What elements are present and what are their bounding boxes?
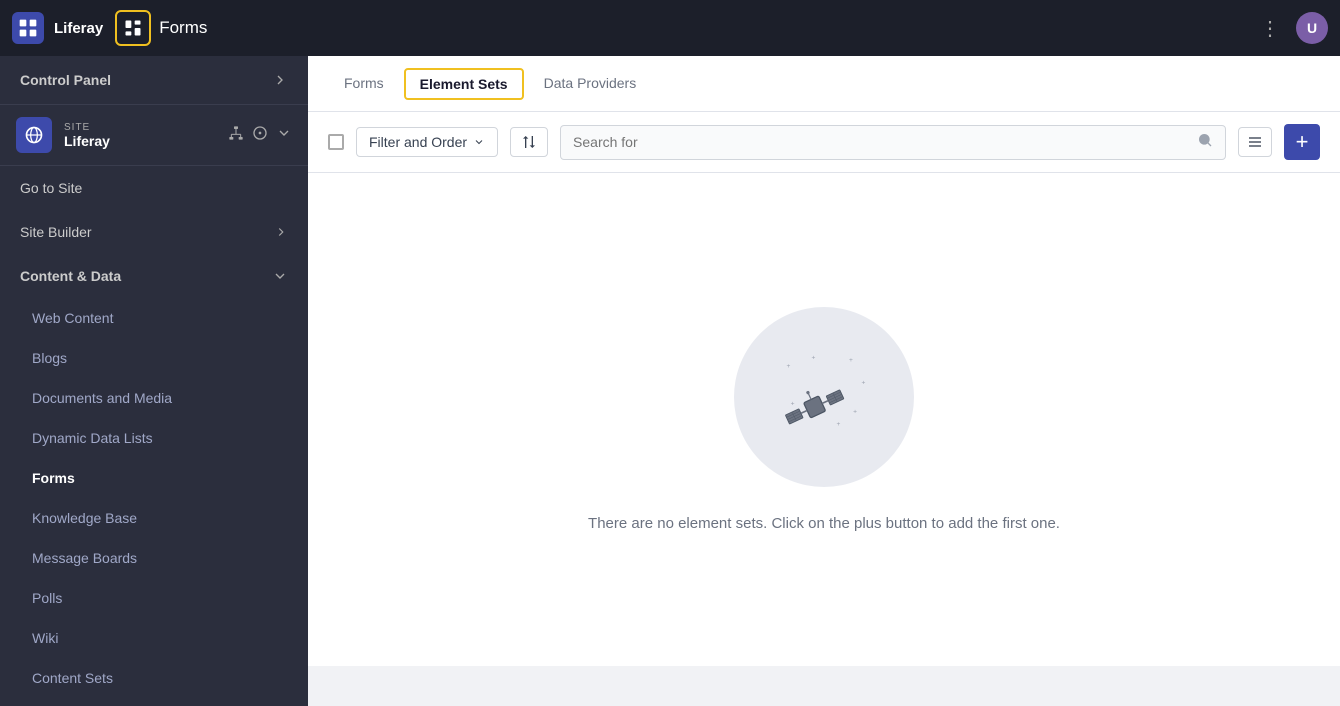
logo[interactable]: Liferay xyxy=(12,12,103,44)
content-data-label: Content & Data xyxy=(20,268,121,284)
content-area: Forms Element Sets Data Providers Filter… xyxy=(308,56,1340,706)
sort-button[interactable] xyxy=(510,127,548,157)
sidebar-item-go-to-site[interactable]: Go to Site xyxy=(0,166,308,210)
sidebar-item-documents-and-media[interactable]: Documents and Media xyxy=(0,378,308,418)
top-bar-right: ⋮ U xyxy=(1260,12,1328,44)
tab-forms[interactable]: Forms xyxy=(328,59,400,109)
compass-icon xyxy=(252,125,268,141)
user-avatar[interactable]: U xyxy=(1296,12,1328,44)
add-icon: + xyxy=(1296,129,1309,155)
sidebar: Control Panel SITE Liferay xyxy=(0,56,308,706)
site-sitemap-button[interactable] xyxy=(228,125,244,146)
content-data-header[interactable]: Content & Data xyxy=(0,254,308,298)
main-layout: Control Panel SITE Liferay xyxy=(0,56,1340,706)
svg-text:+: + xyxy=(853,409,857,416)
site-collapse-button[interactable] xyxy=(276,125,292,146)
blogs-label: Blogs xyxy=(32,350,67,366)
sidebar-item-message-boards[interactable]: Message Boards xyxy=(0,538,308,578)
empty-state: + + + + + + + xyxy=(308,173,1340,666)
sidebar-item-blogs[interactable]: Blogs xyxy=(0,338,308,378)
tab-data-providers[interactable]: Data Providers xyxy=(528,59,653,109)
control-panel-chevron-icon xyxy=(272,72,288,88)
site-actions xyxy=(228,125,292,146)
sitemap-icon xyxy=(228,125,244,141)
svg-text:+: + xyxy=(862,380,866,387)
view-toggle xyxy=(1238,127,1272,157)
knowledge-base-label: Knowledge Base xyxy=(32,510,137,526)
search-icon xyxy=(1197,132,1213,153)
site-selector[interactable]: SITE Liferay xyxy=(0,105,308,166)
web-content-label: Web Content xyxy=(32,310,113,326)
documents-and-media-label: Documents and Media xyxy=(32,390,172,406)
filter-order-button[interactable]: Filter and Order xyxy=(356,127,498,157)
satellite-illustration: + + + + + + + xyxy=(774,347,874,447)
filter-chevron-icon xyxy=(473,136,485,148)
chevron-down-icon xyxy=(276,125,292,141)
module-icon-box xyxy=(115,10,151,46)
app-brand-name: Liferay xyxy=(54,20,103,37)
svg-text:+: + xyxy=(787,363,791,370)
svg-text:+: + xyxy=(812,355,816,362)
dynamic-data-lists-label: Dynamic Data Lists xyxy=(32,430,153,446)
empty-state-message: There are no element sets. Click on the … xyxy=(588,515,1060,532)
list-view-icon xyxy=(1247,134,1263,150)
sidebar-item-web-content[interactable]: Web Content xyxy=(0,298,308,338)
liferay-logo-svg xyxy=(18,18,38,38)
message-boards-label: Message Boards xyxy=(32,550,137,566)
toolbar: Filter and Order xyxy=(308,112,1340,173)
module-title: Forms xyxy=(159,18,207,38)
svg-text:+: + xyxy=(837,421,841,428)
site-settings-button[interactable] xyxy=(252,125,268,146)
site-builder-chevron-icon xyxy=(274,225,288,239)
site-builder-label: Site Builder xyxy=(20,224,92,240)
sidebar-item-forms[interactable]: Forms xyxy=(0,458,308,498)
wiki-label: Wiki xyxy=(32,630,58,646)
content-footer xyxy=(308,666,1340,706)
empty-illustration: + + + + + + + xyxy=(734,307,914,487)
site-name: Liferay xyxy=(64,133,216,149)
more-options-button[interactable]: ⋮ xyxy=(1260,16,1280,41)
go-to-site-label: Go to Site xyxy=(20,180,82,196)
svg-text:+: + xyxy=(791,400,795,407)
select-all-checkbox[interactable] xyxy=(328,134,344,150)
forms-label: Forms xyxy=(32,470,75,486)
sidebar-item-knowledge-base[interactable]: Knowledge Base xyxy=(0,498,308,538)
module-icon xyxy=(123,18,143,38)
site-icon xyxy=(16,117,52,153)
search-svg xyxy=(1197,132,1213,148)
site-icon-svg xyxy=(24,125,44,145)
filter-order-label: Filter and Order xyxy=(369,134,467,150)
content-sets-label: Content Sets xyxy=(32,670,113,686)
search-bar xyxy=(560,125,1226,160)
content-data-chevron-icon xyxy=(272,268,288,284)
control-panel-label: Control Panel xyxy=(20,72,111,88)
list-view-button[interactable] xyxy=(1238,127,1272,157)
sidebar-item-content-sets[interactable]: Content Sets xyxy=(0,658,308,698)
site-info: SITE Liferay xyxy=(64,122,216,149)
svg-text:+: + xyxy=(849,357,853,364)
search-input[interactable] xyxy=(573,134,1189,150)
control-panel-header[interactable]: Control Panel xyxy=(0,56,308,105)
sort-icon xyxy=(521,134,537,150)
logo-icon xyxy=(12,12,44,44)
site-label: SITE xyxy=(64,122,216,133)
top-bar-center: Forms xyxy=(115,10,1260,46)
sidebar-item-wiki[interactable]: Wiki xyxy=(0,618,308,658)
sidebar-item-dynamic-data-lists[interactable]: Dynamic Data Lists xyxy=(0,418,308,458)
polls-label: Polls xyxy=(32,590,62,606)
tab-element-sets[interactable]: Element Sets xyxy=(404,68,524,100)
sidebar-item-site-builder[interactable]: Site Builder xyxy=(0,210,308,254)
tab-bar: Forms Element Sets Data Providers xyxy=(308,56,1340,112)
add-element-set-button[interactable]: + xyxy=(1284,124,1320,160)
top-bar: Liferay Forms ⋮ U xyxy=(0,0,1340,56)
sidebar-item-polls[interactable]: Polls xyxy=(0,578,308,618)
